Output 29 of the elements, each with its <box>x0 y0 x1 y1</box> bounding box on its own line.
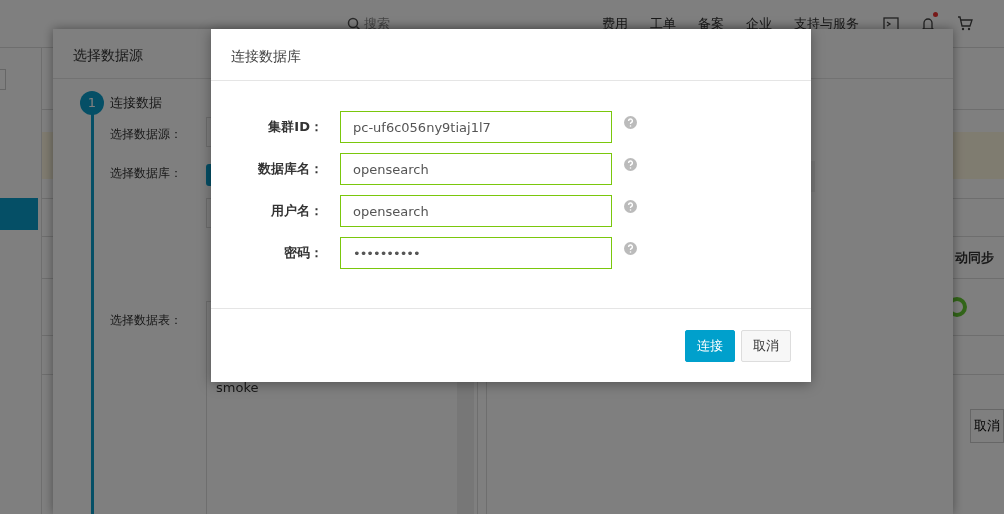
input-field[interactable]: opensearch <box>340 153 612 185</box>
field-label: 数据库名： <box>257 160 323 179</box>
field-label: 用户名： <box>270 202 323 221</box>
field-label: 选择数据源： <box>110 126 183 143</box>
step-label: 连接数据 <box>110 94 162 113</box>
input-field[interactable]: opensearch <box>340 195 612 227</box>
field-label: 集群ID： <box>267 118 323 137</box>
help-icon[interactable] <box>624 199 637 213</box>
bell-icon[interactable] <box>921 16 935 32</box>
cart-icon[interactable] <box>957 16 973 31</box>
help-icon[interactable] <box>624 241 637 255</box>
cancel-button[interactable]: 取消 <box>970 409 1004 443</box>
cancel-button[interactable]: 取消 <box>741 330 791 362</box>
input-field[interactable] <box>0 69 6 90</box>
field-label: 选择数据表： <box>110 312 183 329</box>
modal-title: 连接数据库 <box>211 29 811 81</box>
table-list-item[interactable]: smoke <box>207 378 477 398</box>
field-label: 密码： <box>283 244 323 263</box>
input-field[interactable]: pc-uf6c056ny9tiaj1l7 <box>340 111 612 143</box>
password-field[interactable]: •••••••••• <box>340 237 612 269</box>
toggle-label: 动同步 <box>955 248 994 267</box>
search-icon[interactable] <box>347 16 361 31</box>
field-label: 选择数据库： <box>110 165 183 182</box>
help-icon[interactable] <box>624 157 637 171</box>
sidebar-item[interactable] <box>0 198 38 230</box>
step-number: 1 <box>80 91 104 115</box>
connect-button[interactable]: 连接 <box>685 330 735 362</box>
select-button[interactable] <box>206 164 211 186</box>
help-icon[interactable] <box>624 115 637 129</box>
